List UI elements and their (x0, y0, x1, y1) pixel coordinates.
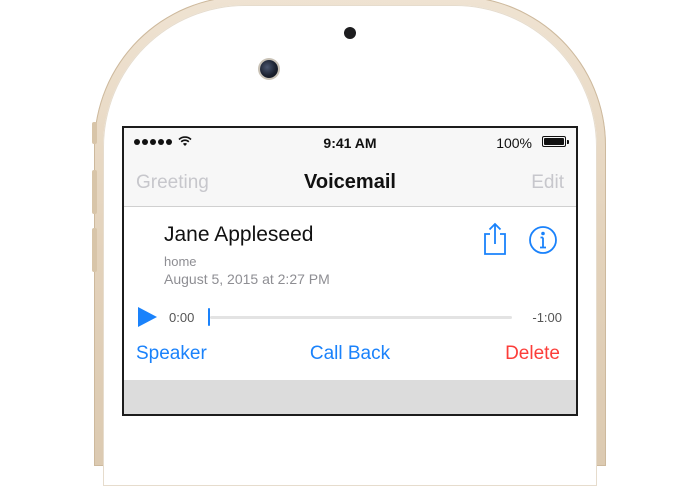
voicemail-date: August 5, 2015 at 2:27 PM (164, 271, 330, 287)
earpiece (344, 27, 356, 39)
phone-side-button (92, 122, 97, 144)
speaker-button[interactable]: Speaker (136, 343, 207, 365)
voicemail-actions: Speaker Call Back Delete (124, 343, 576, 371)
phone-side-button (92, 170, 97, 214)
play-icon[interactable] (136, 306, 158, 328)
contact-name: Jane Appleseed (164, 223, 314, 246)
audio-player: 0:00 -1:00 (124, 303, 576, 331)
voicemail-detail: Jane Appleseed home August 5, 2015 at 2:… (124, 207, 576, 380)
navigation-bar: Greeting Voicemail Edit (124, 158, 576, 207)
page-title: Voicemail (304, 171, 396, 193)
share-icon[interactable] (480, 222, 510, 256)
elapsed-time: 0:00 (169, 310, 195, 325)
info-icon[interactable] (528, 225, 558, 255)
status-bar: 9:41 AM 100% (124, 128, 576, 158)
battery-percentage: 100% (496, 135, 532, 151)
call-back-button[interactable]: Call Back (310, 343, 390, 364)
front-camera (260, 60, 278, 78)
battery-icon (542, 136, 569, 147)
phone-label: home (164, 254, 197, 269)
phone-screen: 9:41 AM 100% Greeting Voicemail Edit Jan… (122, 126, 578, 416)
voicemail-list-background (124, 380, 576, 414)
remaining-time: -1:00 (532, 310, 562, 325)
progress-scrubber[interactable] (208, 308, 210, 326)
edit-button[interactable]: Edit (531, 172, 564, 194)
delete-button[interactable]: Delete (505, 343, 560, 365)
phone-side-button (92, 228, 97, 272)
progress-track[interactable] (210, 316, 512, 319)
